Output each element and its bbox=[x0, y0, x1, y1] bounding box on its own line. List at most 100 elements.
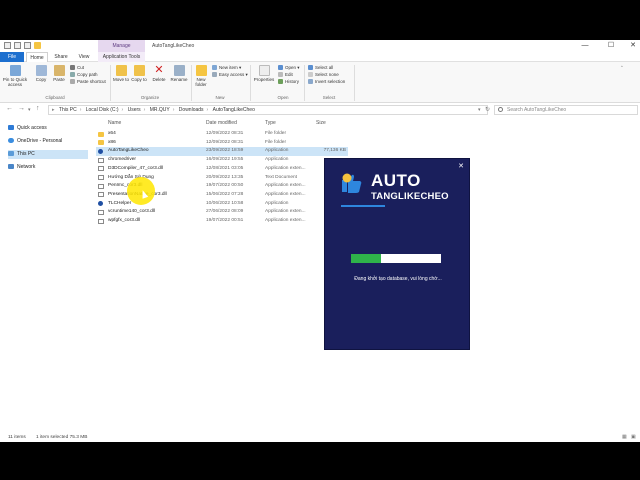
close-icon[interactable]: ✕ bbox=[458, 162, 464, 170]
sidebar-item-this-pc[interactable]: This PC bbox=[8, 150, 88, 159]
pin-quick-access-button[interactable]: Pin to Quick access bbox=[2, 65, 28, 87]
tab-application-tools[interactable]: Application Tools bbox=[98, 52, 145, 62]
move-to-button[interactable]: Move to bbox=[113, 65, 129, 82]
back-arrow-icon[interactable]: ← bbox=[6, 105, 13, 112]
properties-button[interactable]: Properties bbox=[252, 65, 276, 82]
select-all-button[interactable]: Select all bbox=[308, 65, 333, 71]
new-folder-button[interactable]: New folder bbox=[193, 65, 209, 87]
easy-access-icon bbox=[212, 72, 217, 77]
forward-arrow-icon[interactable]: → bbox=[18, 105, 25, 112]
rename-icon bbox=[173, 65, 185, 76]
file-name: chromedriver bbox=[108, 157, 136, 163]
column-headers: Name Date modified Type Size bbox=[94, 118, 640, 128]
close-button[interactable]: ✕ bbox=[622, 40, 640, 52]
title-bar: Manage AutoTangLikeCheo — ☐ ✕ bbox=[0, 40, 640, 52]
folder-quick-icon[interactable] bbox=[34, 42, 41, 49]
sidebar-item-label: This PC bbox=[17, 151, 35, 157]
ribbon-collapse-icon[interactable]: ⌃ bbox=[620, 65, 624, 71]
file-size: 77,136 KB bbox=[323, 148, 346, 154]
properties-label: Properties bbox=[253, 77, 275, 82]
up-arrow-icon[interactable]: ↑ bbox=[36, 105, 40, 112]
copy-button[interactable]: Copy bbox=[32, 65, 50, 82]
header-date-modified[interactable]: Date modified bbox=[206, 120, 237, 126]
search-input[interactable]: Search AutoTangLikeCheo bbox=[494, 105, 638, 115]
manage-tab[interactable]: Manage bbox=[98, 40, 145, 52]
header-name[interactable]: Name bbox=[108, 120, 121, 126]
properties-quick-icon[interactable] bbox=[14, 42, 21, 49]
progress-fill bbox=[351, 254, 381, 263]
file-row[interactable]: x64 12/09/2022 08:31 File folder bbox=[96, 130, 348, 139]
invert-selection-label: Invert selection bbox=[315, 79, 346, 84]
file-row[interactable]: D3DCompiler_47_cor3.dll 12/08/2021 03:05… bbox=[96, 165, 348, 174]
edit-button[interactable]: Edit bbox=[278, 72, 293, 78]
sidebar-item-quick-access[interactable]: Quick access bbox=[8, 124, 88, 133]
new-item-label: New item bbox=[219, 65, 238, 70]
breadcrumb-separator: › bbox=[143, 107, 146, 113]
file-type: File folder bbox=[265, 131, 287, 136]
recent-chevron-icon[interactable]: ▾ bbox=[28, 107, 31, 113]
file-type: Application exten... bbox=[265, 191, 306, 197]
delete-label: Delete bbox=[152, 77, 166, 82]
copy-to-button[interactable]: Copy to bbox=[131, 65, 147, 82]
file-name: vcruntime140_cor3.dll bbox=[108, 209, 155, 215]
easy-access-button[interactable]: Easy access ▾ bbox=[212, 72, 248, 78]
tab-home[interactable]: Home bbox=[26, 52, 48, 62]
header-type[interactable]: Type bbox=[265, 120, 276, 126]
sidebar-item-onedrive[interactable]: OneDrive - Personal bbox=[8, 137, 88, 146]
file-row-selected[interactable]: AutoTangLikeCheo 23/09/2022 18:59 Applic… bbox=[96, 147, 348, 157]
tab-share[interactable]: Share bbox=[50, 52, 72, 62]
file-row[interactable]: chromedriver 16/09/2022 19:55 Applicatio… bbox=[96, 156, 348, 165]
breadcrumb-this-pc[interactable]: This PC bbox=[59, 106, 77, 114]
text-document-icon bbox=[98, 175, 104, 180]
tab-file[interactable]: File bbox=[0, 52, 24, 62]
file-date: 12/09/2022 08:31 bbox=[206, 131, 244, 136]
address-row: ← → ▾ ↑ ▸ This PC › Local Disk (C:) › User… bbox=[0, 103, 640, 117]
file-date: 15/06/2022 07:28 bbox=[206, 191, 244, 197]
file-date: 19/07/2022 00:50 bbox=[206, 183, 244, 189]
select-none-label: Select none bbox=[315, 72, 339, 77]
address-bar[interactable]: ▸ This PC › Local Disk (C:) › Users › MR.QU… bbox=[48, 105, 488, 115]
loading-progress-bar bbox=[351, 254, 441, 263]
breadcrumb-autotanglikecheo[interactable]: AutoTangLikeCheo bbox=[213, 106, 255, 114]
maximize-button[interactable]: ☐ bbox=[600, 40, 622, 52]
rename-button[interactable]: Rename bbox=[169, 65, 189, 82]
group-divider bbox=[110, 65, 111, 101]
breadcrumb-separator: › bbox=[172, 107, 175, 113]
tab-view[interactable]: View bbox=[74, 52, 94, 62]
select-none-button[interactable]: Select none bbox=[308, 72, 339, 78]
file-type: Application exten... bbox=[265, 218, 306, 223]
sidebar-item-network[interactable]: Network bbox=[8, 163, 88, 172]
breadcrumb-downloads[interactable]: Downloads bbox=[179, 106, 204, 114]
details-view-icon[interactable]: ▦ bbox=[622, 433, 627, 442]
invert-selection-button[interactable]: Invert selection bbox=[308, 79, 345, 85]
open-label: Open bbox=[285, 65, 297, 70]
cut-button[interactable]: Cut bbox=[70, 65, 84, 71]
breadcrumb-users[interactable]: Users bbox=[128, 106, 141, 114]
new-item-button[interactable]: New item ▾ bbox=[212, 65, 241, 71]
new-folder-quick-icon[interactable] bbox=[24, 42, 31, 49]
file-date: 12/09/2022 08:31 bbox=[206, 139, 244, 145]
breadcrumb-mr-quy[interactable]: MR.QUY bbox=[150, 106, 170, 114]
paste-button[interactable]: Paste bbox=[50, 65, 68, 82]
delete-x-icon: ✕ bbox=[154, 64, 164, 76]
open-button[interactable]: Open ▾ bbox=[278, 65, 300, 71]
large-icons-view-icon[interactable]: ▣ bbox=[631, 433, 636, 442]
file-date: 20/09/2022 13:35 bbox=[206, 174, 244, 180]
folder-icon bbox=[98, 140, 104, 146]
paste-shortcut-button[interactable]: Paste shortcut bbox=[70, 79, 106, 85]
file-type: Application exten... bbox=[265, 209, 306, 215]
delete-button[interactable]: ✕ Delete bbox=[150, 64, 168, 83]
header-size[interactable]: Size bbox=[316, 120, 326, 126]
file-row[interactable]: wpfgfx_cor3.dll 19/07/2022 00:51 Applica… bbox=[96, 217, 348, 226]
breadcrumb-local-disk[interactable]: Local Disk (C:) bbox=[86, 106, 119, 114]
minimize-button[interactable]: — bbox=[574, 40, 596, 52]
file-row[interactable]: x86 12/09/2022 08:31 File folder bbox=[96, 139, 348, 148]
thumbs-up-logo-icon bbox=[342, 173, 362, 193]
file-name: D3DCompiler_47_cor3.dll bbox=[108, 165, 163, 171]
select-none-icon bbox=[308, 72, 313, 77]
refresh-icon[interactable]: ↻ bbox=[485, 106, 490, 113]
history-button[interactable]: History bbox=[278, 79, 299, 85]
file-row[interactable]: vcruntime140_cor3.dll 27/06/2022 08:09 A… bbox=[96, 208, 348, 217]
copy-path-button[interactable]: Copy path bbox=[70, 72, 98, 78]
address-dropdown-icon[interactable]: ▾ bbox=[478, 107, 481, 113]
